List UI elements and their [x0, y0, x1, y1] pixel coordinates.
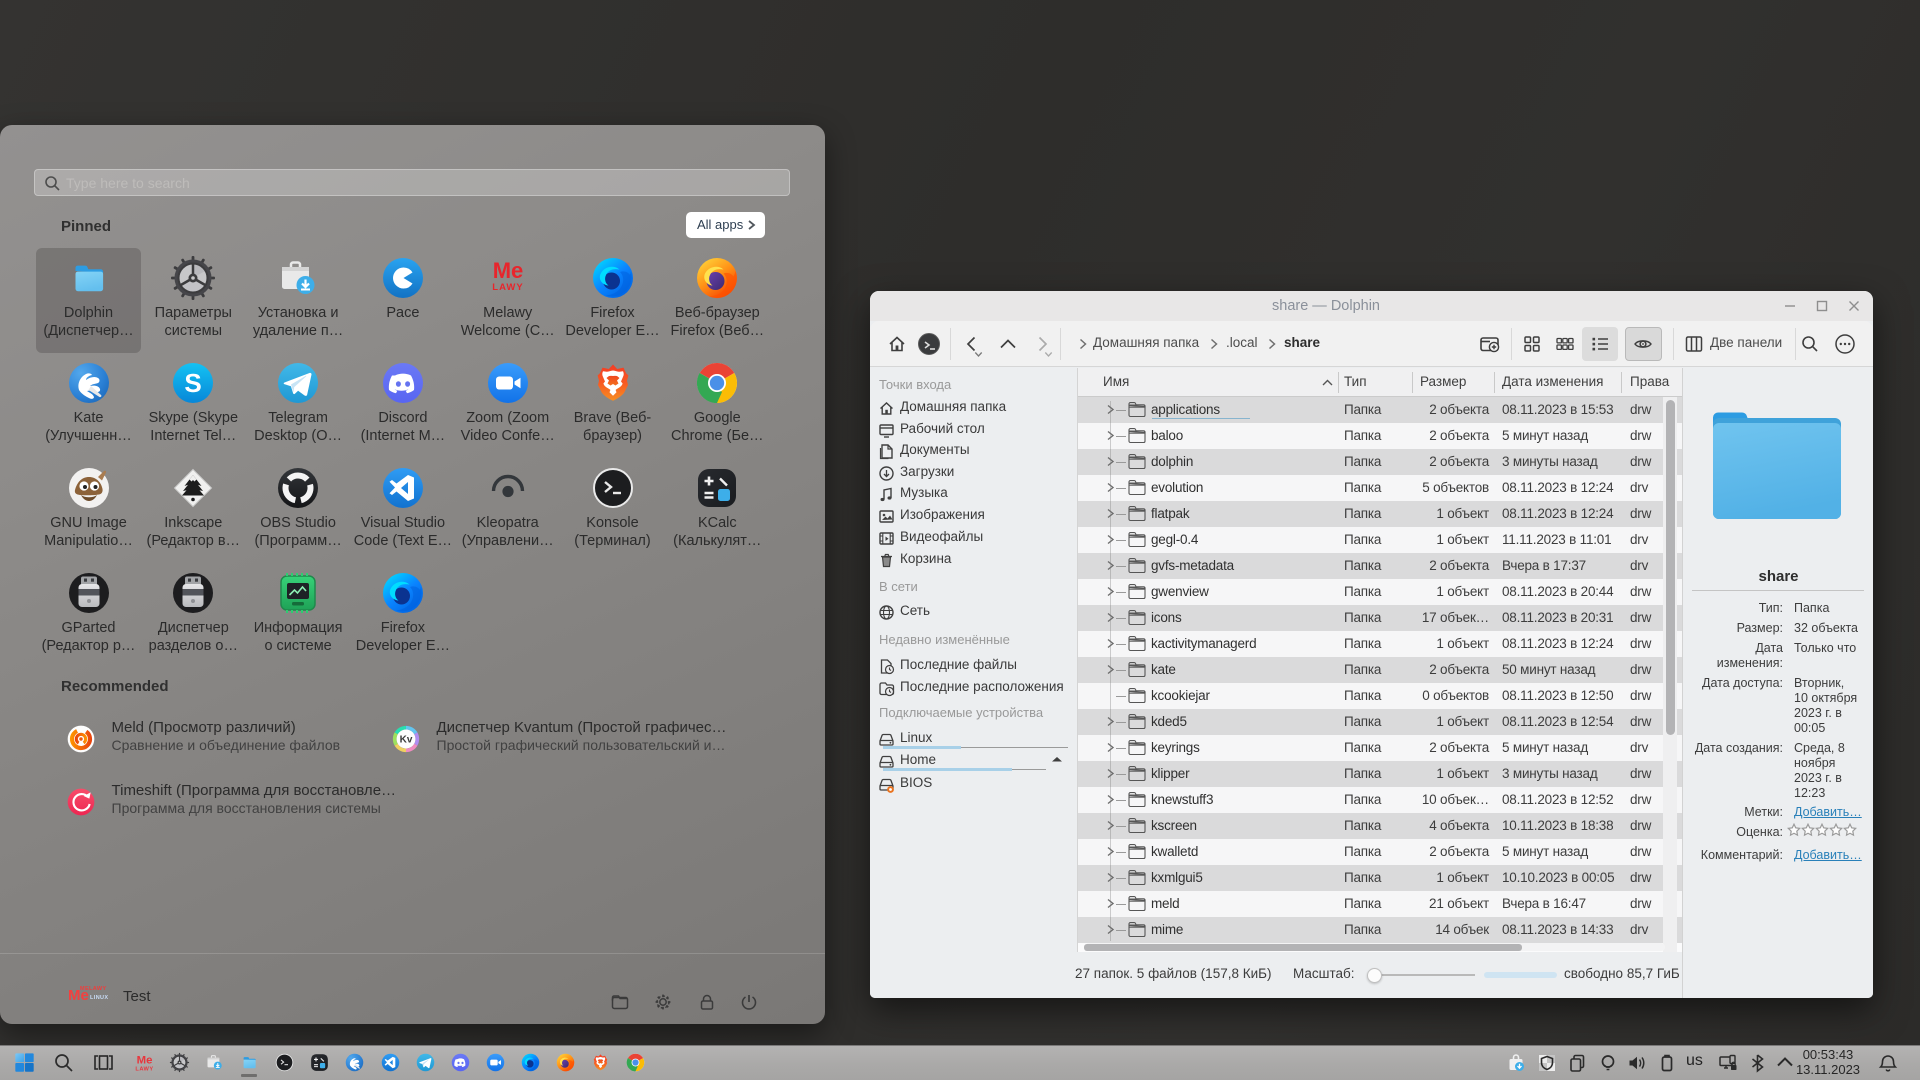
- svg-text:LAWY: LAWY: [492, 282, 523, 293]
- svg-text:Me: Me: [492, 258, 523, 283]
- svg-text:Kv: Kv: [399, 735, 412, 746]
- svg-text:Me: Me: [137, 1054, 153, 1066]
- svg-text:S: S: [185, 368, 202, 398]
- svg-text:LAWY: LAWY: [135, 1066, 153, 1072]
